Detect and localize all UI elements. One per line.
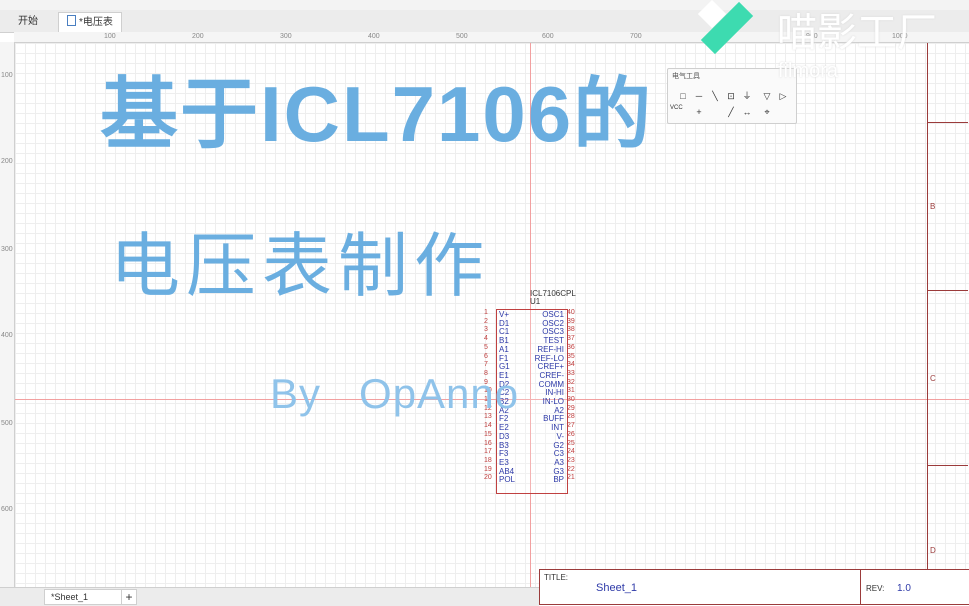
ruler-tick: 300 (1, 246, 13, 253)
zone-divider (928, 122, 968, 123)
ruler-tick: 700 (630, 33, 642, 40)
junction-icon[interactable]: + (694, 107, 704, 117)
overlay-title-line2: 电压表制作 (110, 227, 490, 305)
overlay-byline: By OpAnno (270, 370, 520, 417)
pin-number-right: 31 (567, 387, 575, 395)
pin-number-left: 19 (484, 465, 492, 473)
pin-number-right: 33 (567, 369, 575, 377)
pin-number-left: 3 (484, 326, 488, 334)
pin-number-left: 4 (484, 335, 488, 343)
zone-label: B (930, 202, 936, 211)
pin-number-left: 16 (484, 439, 492, 447)
bus-entry-icon[interactable]: ╲ (710, 91, 720, 101)
port-icon[interactable]: ▷ (778, 91, 788, 101)
pin-number-left: 18 (484, 456, 492, 464)
zone-divider (928, 465, 968, 466)
wire-icon[interactable]: □ (678, 91, 688, 101)
tab-label: 开始 (18, 16, 38, 27)
pin-label-left: POL (499, 475, 516, 485)
vcc-label: VCC (670, 105, 683, 111)
pin-number-left: 17 (484, 448, 492, 456)
zone-label: C (930, 374, 936, 383)
pin-number-right: 28 (567, 413, 575, 421)
ruler-tick: 400 (1, 332, 13, 339)
pin-number-right: 25 (567, 439, 575, 447)
ruler-tick: 100 (1, 72, 13, 79)
ruler-tick: 400 (368, 33, 380, 40)
pin-number-right: 22 (567, 465, 575, 473)
pin-number-right: 32 (567, 378, 575, 386)
add-sheet-button[interactable]: + (121, 589, 137, 605)
pin-number-right: 21 (567, 474, 575, 482)
document-icon (67, 15, 76, 26)
pin-number-right: 35 (567, 352, 575, 360)
ruler-tick: 500 (1, 420, 13, 427)
bus-icon[interactable]: ─ (694, 91, 704, 101)
ruler-tick: 100 (104, 33, 116, 40)
tab-label: *电压表 (79, 17, 113, 28)
net-label-icon[interactable]: ⊡ (726, 91, 736, 101)
title-block-title-value[interactable]: Sheet_1 (596, 582, 637, 594)
palette-title: 电气工具 (672, 73, 700, 80)
ruler-tick: 200 (192, 33, 204, 40)
vertical-ruler: 100 200 300 400 500 600 (0, 42, 15, 587)
probe-icon[interactable]: ⌖ (762, 107, 772, 117)
title-block-rev-value[interactable]: 1.0 (897, 583, 911, 594)
pin-number-left: 7 (484, 361, 488, 369)
ruler-tick: 500 (456, 33, 468, 40)
pin-number-left: 6 (484, 352, 488, 360)
pin-icon[interactable]: ↔ (742, 107, 752, 117)
ruler-tick: 300 (280, 33, 292, 40)
tab-home[interactable]: 开始 (10, 12, 46, 31)
ruler-tick: 600 (1, 506, 13, 513)
pin-number-left: 14 (484, 422, 492, 430)
no-connect-icon[interactable]: ╱ (726, 107, 736, 117)
sheet-tab-label: *Sheet_1 (51, 592, 89, 602)
watermark-brand: 喵影工厂 (777, 11, 937, 55)
pin-number-right: 27 (567, 422, 575, 430)
pin-number-right: 36 (567, 343, 575, 351)
pin-number-right: 39 (567, 317, 575, 325)
title-block-rev-label: REV: (866, 584, 885, 593)
sheet-frame-border (927, 43, 928, 603)
pin-number-left: 2 (484, 317, 488, 325)
watermark-sub: filmora (778, 60, 839, 82)
pin-number-right: 40 (567, 309, 575, 316)
ground-icon[interactable]: ⏚ (742, 91, 752, 101)
pin-number-right: 23 (567, 456, 575, 464)
pin-number-right: 37 (567, 335, 575, 343)
zone-divider (928, 290, 968, 291)
pin-number-right: 34 (567, 361, 575, 369)
pin-number-right: 24 (567, 448, 575, 456)
pin-number-right: 30 (567, 396, 575, 403)
tab-voltmeter[interactable]: *电压表 (58, 12, 122, 32)
title-block: TITLE: Sheet_1 REV: 1.0 (539, 569, 969, 605)
pin-label-right: BP (553, 475, 564, 485)
pin-number-right: 38 (567, 326, 575, 334)
title-block-title-label: TITLE: (544, 573, 569, 582)
sheet-tab-sheet1[interactable]: *Sheet_1 (44, 589, 128, 605)
pin-number-left: 5 (484, 343, 488, 351)
pin-number-right: 29 (567, 404, 575, 412)
ruler-tick: 600 (542, 33, 554, 40)
zone-label: D (930, 546, 936, 555)
pin-number-right: 26 (567, 430, 575, 438)
pin-number-left: 20 (484, 474, 492, 482)
net-flag-icon[interactable]: ▽ (762, 91, 772, 101)
pin-number-left: 15 (484, 430, 492, 438)
title-block-divider (860, 570, 861, 604)
component-ref: U1 (530, 297, 541, 306)
ruler-tick: 200 (1, 158, 13, 165)
overlay-title-line1: 基于ICL7106的 (100, 70, 654, 158)
